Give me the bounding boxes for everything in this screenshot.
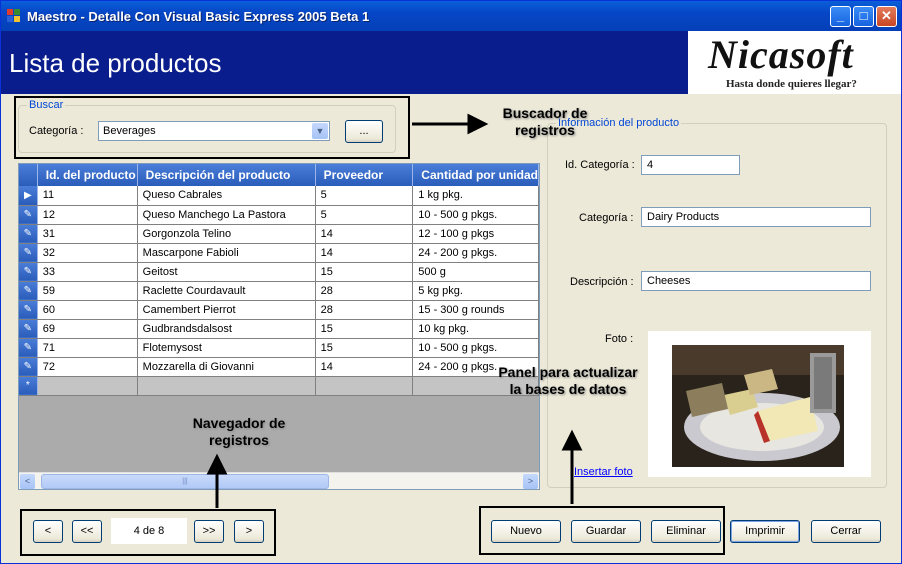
panel-annotation: Panel para actualizar la bases de datos	[498, 364, 638, 397]
annotation-arrows	[206, 113, 583, 508]
search-annotation: Buscador de registros	[502, 105, 588, 138]
navigator-annotation: Navegador de registros	[192, 415, 286, 448]
main-window: Maestro - Detalle Con Visual Basic Expre…	[0, 0, 902, 564]
